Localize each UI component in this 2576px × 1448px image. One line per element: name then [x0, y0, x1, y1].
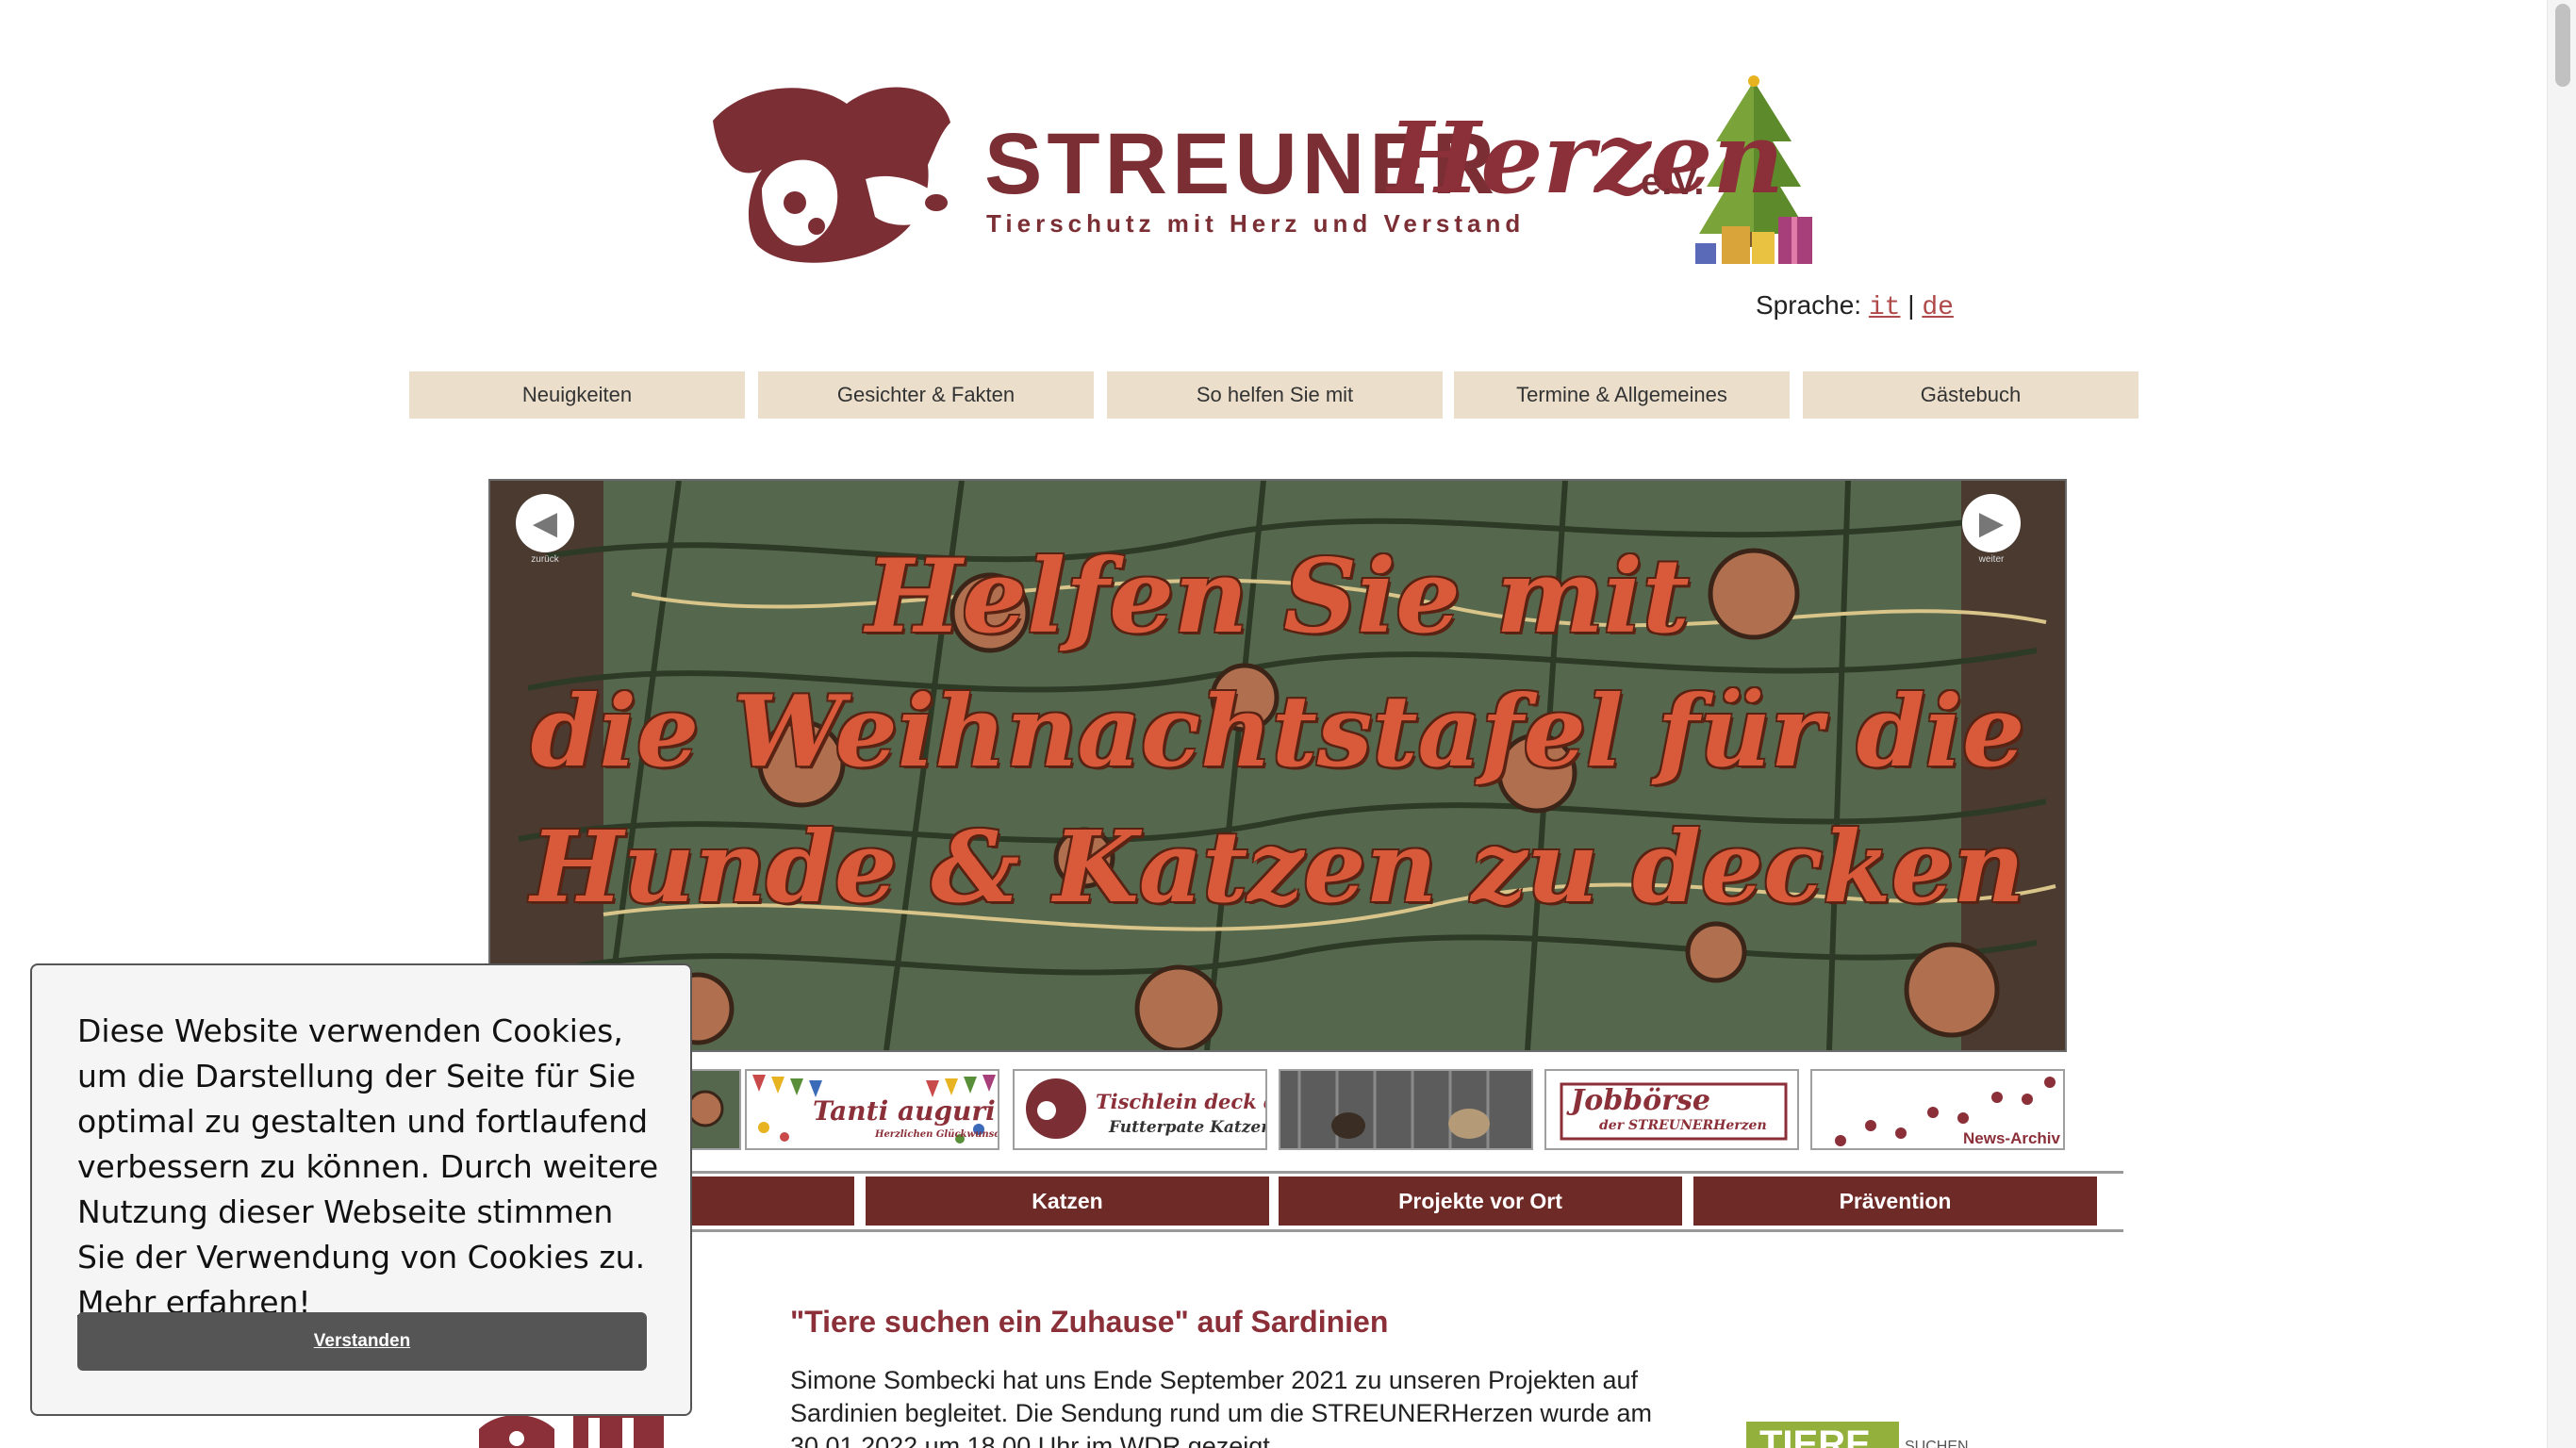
- subnav-divider-bottom: [647, 1229, 2123, 1232]
- thumbnail-tischlein-sub: Futterpate Katzen: [1109, 1118, 1267, 1137]
- heart-arrow-right-icon: ▶: [1962, 494, 2021, 552]
- thumbnail-dogs-photo[interactable]: [1279, 1069, 1533, 1150]
- nav-item-neuigkeiten[interactable]: Neuigkeiten: [409, 371, 745, 419]
- language-link-de[interactable]: de: [1922, 293, 1954, 322]
- cookie-banner: Diese Website verwenden Cookies, um die …: [30, 963, 692, 1416]
- thumbnail-tanti-title: Tanti auguri: [813, 1095, 996, 1127]
- slider-next-label: weiter: [1978, 554, 2005, 565]
- slider-next-button[interactable]: ▶ weiter: [1954, 494, 2029, 579]
- logo-tagline: Tierschutz mit Herz und Verstand: [986, 209, 1526, 238]
- logo-suffix: e.V.: [1641, 161, 1705, 203]
- thumbnail-tischlein[interactable]: Tischlein deck dich! Futterpate Katzen: [1013, 1069, 1267, 1150]
- nav-item-gaestebuch[interactable]: Gästebuch: [1803, 371, 2138, 419]
- tiere-block-text: TIERE: [1759, 1423, 1871, 1448]
- cookie-accept-button[interactable]: Verstanden: [77, 1312, 647, 1371]
- cookie-message: Diese Website verwenden Cookies, um die …: [77, 1009, 662, 1325]
- subnav-item-projekte[interactable]: Projekte vor Ort: [1279, 1176, 1682, 1226]
- banner-slider[interactable]: Helfen Sie mit die Weihnachtstafel für d…: [488, 479, 2067, 1052]
- banner-line-1: Helfen Sie mit: [866, 537, 1690, 656]
- nav-item-termine-allgemeines[interactable]: Termine & Allgemeines: [1454, 371, 1790, 419]
- tiere-block-subtext: SUCHEN: [1905, 1439, 1969, 1448]
- banner-line-2: die Weihnachtstafel für die: [530, 673, 2025, 789]
- language-label: Sprache:: [1756, 290, 1862, 320]
- scrollbar-thumb[interactable]: [2555, 4, 2570, 87]
- page-scrollbar[interactable]: [2547, 0, 2576, 1448]
- subnav-divider-top: [647, 1171, 2123, 1174]
- language-separator: |: [1907, 290, 1915, 320]
- nav-item-so-helfen-sie-mit[interactable]: So helfen Sie mit: [1107, 371, 1443, 419]
- thumbnail-job-title: Jobbörse: [1571, 1084, 1710, 1117]
- language-switcher: Sprache: it | de: [1756, 290, 1954, 322]
- thumbnail-tanti-sub: Herzlichen Glückwunsch: [875, 1129, 999, 1140]
- subnav-item-praevention[interactable]: Prävention: [1693, 1176, 2097, 1226]
- thumbnail-news-label: News-Archiv: [1963, 1129, 2060, 1147]
- thumbnail-tanti-auguri[interactable]: Tanti auguri Herzlichen Glückwunsch: [745, 1069, 999, 1150]
- thumbnail-job-sub: der STREUNERHerzen: [1599, 1118, 1767, 1133]
- site-logo[interactable]: STREUNER Herzen e.V. Tierschutz mit Herz…: [705, 75, 1851, 269]
- thumbnail-jobboerse[interactable]: Jobbörse der STREUNERHerzen: [1544, 1069, 1799, 1150]
- thumbnail-news-archiv[interactable]: News-Archiv: [1810, 1069, 2065, 1150]
- nav-item-gesichter-fakten[interactable]: Gesichter & Fakten: [758, 371, 1094, 419]
- heart-arrow-left-icon: ◀: [516, 494, 574, 552]
- language-link-it[interactable]: it: [1869, 293, 1901, 322]
- cookie-text: Diese Website verwenden Cookies, um die …: [77, 1012, 659, 1275]
- tiere-suchen-block[interactable]: TIERE: [1746, 1422, 1899, 1448]
- subnav-item-katzen[interactable]: Katzen: [866, 1176, 1269, 1226]
- banner-line-3: Hunde & Katzen zu decken: [530, 809, 2025, 925]
- article-body: Simone Sombecki hat uns Ende September 2…: [790, 1366, 1652, 1448]
- article-title[interactable]: "Tiere suchen ein Zuhause" auf Sardinien: [790, 1305, 1388, 1340]
- main-navigation: Neuigkeiten Gesichter & Fakten So helfen…: [409, 371, 2138, 419]
- page: STREUNER Herzen e.V. Tierschutz mit Herz…: [0, 0, 2576, 1448]
- slider-prev-button[interactable]: ◀ zurück: [507, 494, 583, 579]
- slider-prev-label: zurück: [531, 554, 559, 565]
- kennel-photo-image: [1280, 1071, 1531, 1148]
- logo-name-script: Herzen: [1388, 100, 1785, 216]
- thumbnail-tischlein-title: Tischlein deck dich!: [1096, 1090, 1265, 1113]
